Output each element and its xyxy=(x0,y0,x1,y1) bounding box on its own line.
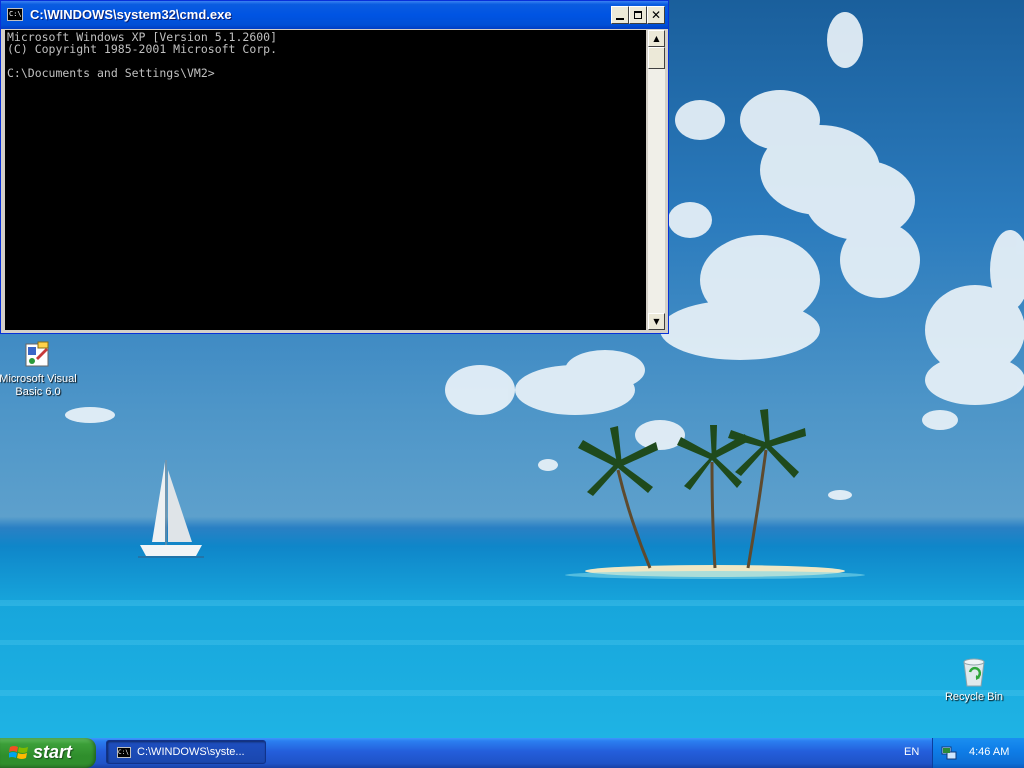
maximize-button[interactable] xyxy=(629,6,647,24)
taskbar-item-cmd[interactable]: C:\ C:\WINDOWS\syste... xyxy=(106,740,266,764)
taskbar[interactable]: start C:\ C:\WINDOWS\syste... EN 4:46 AM xyxy=(0,738,1024,768)
scrollbar-thumb[interactable] xyxy=(648,47,665,69)
close-icon: ✕ xyxy=(650,8,662,22)
clock[interactable]: 4:46 AM xyxy=(969,746,1009,758)
recycle-bin-icon xyxy=(958,656,990,688)
desktop-icon-recycle-bin[interactable]: Recycle Bin xyxy=(934,656,1014,704)
language-indicator[interactable]: EN xyxy=(904,746,919,758)
network-icon[interactable] xyxy=(941,745,957,761)
arrow-up-icon: ▲ xyxy=(653,34,660,43)
desktop-icon-label: Recycle Bin xyxy=(944,691,1004,703)
scroll-up-button[interactable]: ▲ xyxy=(648,30,665,47)
window-title: C:\WINDOWS\system32\cmd.exe xyxy=(30,7,232,22)
desktop-icon-label: Microsoft Visual Basic 6.0 xyxy=(0,373,77,398)
minimize-icon xyxy=(616,18,624,20)
visual-basic-icon xyxy=(22,338,54,370)
console-icon: C:\ xyxy=(117,747,131,758)
minimize-button[interactable] xyxy=(611,6,629,24)
start-label: start xyxy=(33,742,73,762)
windows-logo-icon xyxy=(9,746,28,759)
cmd-titlebar[interactable]: C:\ C:\WINDOWS\system32\cmd.exe ✕ xyxy=(1,1,668,29)
vertical-scrollbar[interactable]: ▲ ▼ xyxy=(648,30,665,330)
start-button[interactable]: start xyxy=(0,738,96,768)
maximize-icon xyxy=(634,11,642,19)
cmd-window[interactable]: C:\ C:\WINDOWS\system32\cmd.exe ✕ Micros… xyxy=(0,0,669,334)
console-icon[interactable]: C:\ xyxy=(7,8,23,21)
console-output[interactable]: Microsoft Windows XP [Version 5.1.2600] … xyxy=(5,30,646,330)
arrow-down-icon: ▼ xyxy=(653,317,660,326)
scroll-down-button[interactable]: ▼ xyxy=(648,313,665,330)
desktop-icon-visual-basic[interactable]: Microsoft Visual Basic 6.0 xyxy=(0,338,78,399)
desktop[interactable]: Microsoft Visual Basic 6.0 Recycle Bin C… xyxy=(0,0,1024,738)
system-tray: 4:46 AM xyxy=(932,738,1024,768)
close-button[interactable]: ✕ xyxy=(647,6,665,24)
taskbar-item-label: C:\WINDOWS\syste... xyxy=(137,746,245,758)
